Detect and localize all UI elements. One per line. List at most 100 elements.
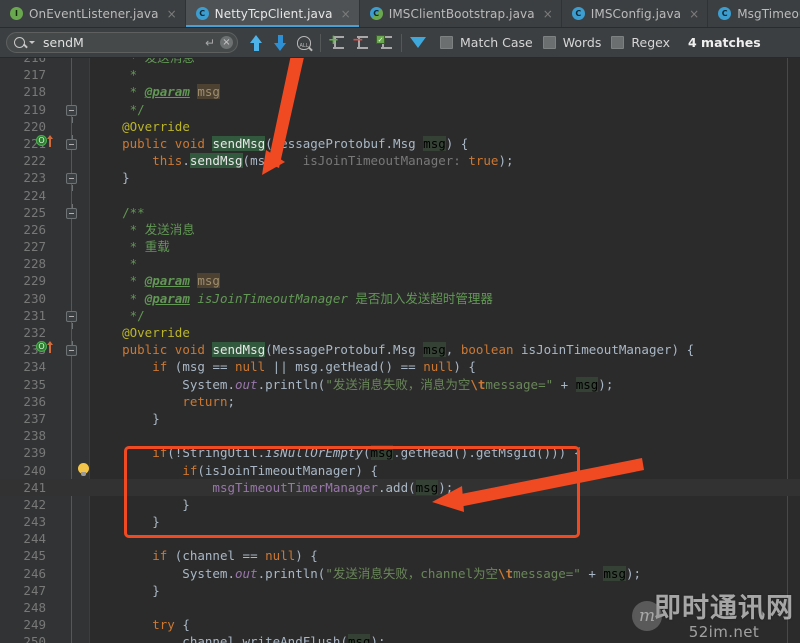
code-token: (MessageProtobuf.Msg: [265, 135, 424, 151]
code-token: (isJoinTimeoutManager) {: [197, 462, 378, 478]
editor-tab-1[interactable]: C NettyTcpClient.java ×: [185, 0, 360, 27]
code-line-217[interactable]: 217 *: [0, 66, 800, 83]
code-token: (: [340, 634, 348, 643]
search-icon: [14, 37, 25, 48]
code-token: 发送消息: [145, 58, 195, 65]
code-line-246[interactable]: 246 System.out.println("发送消息失败，channel为空…: [0, 565, 800, 582]
code-line-226[interactable]: 226 * 发送消息: [0, 221, 800, 238]
remove-occurrence-button[interactable]: −: [349, 31, 373, 55]
search-input[interactable]: sendM ↵ ×: [6, 32, 238, 53]
code-token: @param: [144, 290, 190, 306]
line-number: 238: [23, 428, 46, 444]
line-number: 228: [23, 256, 46, 272]
code-line-234[interactable]: 234 if (msg == null || msg.getHead() == …: [0, 358, 800, 375]
class-icon: C: [718, 7, 732, 20]
editor-tab-0[interactable]: I OnEventListener.java ×: [0, 0, 186, 27]
line-number: 239: [23, 445, 46, 461]
code-line-247[interactable]: 247 }: [0, 582, 800, 599]
close-icon[interactable]: ×: [543, 8, 553, 20]
code-token: *: [92, 84, 145, 100]
code-token: ;: [227, 393, 235, 409]
code-token: isJoinTimeoutManager) {: [513, 342, 695, 358]
regex-checkbox[interactable]: Regex: [611, 35, 670, 50]
code-token: );: [498, 153, 514, 169]
code-line-223[interactable]: 223 }: [0, 169, 800, 192]
code-line-221[interactable]: 221 O public void sendMsg(MessageProtobuf…: [0, 134, 800, 152]
code-token: .: [182, 153, 190, 169]
code-line-236[interactable]: 236 return;: [0, 393, 800, 410]
line-number: 235: [23, 376, 46, 392]
code-line-248[interactable]: 248: [0, 599, 800, 616]
code-line-238[interactable]: 238: [0, 427, 800, 444]
code-token: */: [92, 307, 145, 323]
code-line-249[interactable]: 249 try {: [0, 616, 800, 633]
code-line-250[interactable]: 250 channel.writeAndFlush(msg);: [0, 633, 800, 643]
code-line-225[interactable]: 225 /**: [0, 203, 800, 221]
code-line-239[interactable]: 239 if(!StringUtil.isNullOrEmpty(msg.get…: [0, 444, 800, 461]
code-line-235[interactable]: 235 System.out.println("发送消息失败，消息为空\tmes…: [0, 376, 800, 393]
editor-tab-4[interactable]: CMsgTimeoutTimer.java×: [708, 0, 800, 27]
previous-occurrence-button[interactable]: [244, 31, 268, 55]
code-token: void: [174, 135, 205, 151]
checkbox-box: [611, 36, 625, 49]
code-token: }: [92, 496, 190, 512]
code-token: ) {: [295, 548, 318, 564]
line-number: 229: [23, 273, 46, 289]
code-line-233[interactable]: 233 O public void sendMsg(MessageProtobuf…: [0, 341, 800, 358]
search-input-value[interactable]: sendM: [38, 35, 202, 50]
next-occurrence-button[interactable]: [268, 31, 292, 55]
add-selection-next-occurrence-button[interactable]: +: [325, 31, 349, 55]
editor-tab-label: OnEventListener.java: [29, 6, 159, 21]
code-line-224[interactable]: 224: [0, 187, 800, 204]
code-line-216[interactable]: 216 * 发送消息: [0, 58, 800, 66]
code-token: (msg,: [242, 153, 288, 169]
editor-tab-label: IMSConfig.java: [590, 6, 682, 21]
editor-tab-2[interactable]: C IMSClientBootstrap.java ×: [359, 0, 562, 27]
line-number: 218: [23, 84, 46, 100]
override-method-icon[interactable]: O: [36, 134, 47, 146]
enter-icon[interactable]: ↵: [205, 37, 217, 49]
code-line-242[interactable]: 242 }: [0, 496, 800, 513]
close-icon[interactable]: ×: [341, 8, 351, 20]
clear-search-icon[interactable]: ×: [220, 36, 233, 49]
code-line-229[interactable]: 229 * @param msg: [0, 272, 800, 289]
code-lines[interactable]: 216 * 发送消息217 *218 * @param msg219 */220…: [0, 58, 800, 643]
code-line-230[interactable]: 230 * @param isJoinTimeoutManager 是否加入发送…: [0, 290, 800, 307]
code-line-237[interactable]: 237 }: [0, 410, 800, 427]
code-line-228[interactable]: 228 *: [0, 255, 800, 272]
words-checkbox[interactable]: Words: [542, 35, 601, 50]
select-all-occurrences-button[interactable]: ALL: [292, 31, 316, 55]
line-number: 246: [23, 565, 46, 581]
filter-search-results-button[interactable]: [406, 31, 430, 64]
code-line-231[interactable]: 231 */: [0, 307, 800, 329]
code-token: msg: [197, 84, 220, 100]
close-icon[interactable]: ×: [689, 8, 699, 20]
line-number: 240: [23, 462, 46, 478]
code-line-218[interactable]: 218 * @param msg: [0, 83, 800, 100]
close-icon[interactable]: ×: [167, 8, 177, 20]
code-line-227[interactable]: 227 * 重载: [0, 238, 800, 255]
line-number: 219: [23, 101, 46, 117]
code-line-220[interactable]: 220 @Override: [0, 118, 800, 135]
code-line-232[interactable]: 232 @Override: [0, 324, 800, 341]
select-all-button[interactable]: ✓: [373, 31, 397, 55]
line-number: 236: [23, 393, 46, 409]
search-history-chevron-down-icon[interactable]: [29, 41, 35, 44]
editor-tab-3[interactable]: C IMSConfig.java ×: [561, 0, 709, 27]
find-toolbar: sendM ↵ × ALL + − ✓ Match Case Words Reg…: [0, 28, 800, 64]
code-token: }: [92, 170, 130, 186]
code-editor[interactable]: 216 * 发送消息217 *218 * @param msg219 */220…: [0, 58, 800, 643]
code-line-245[interactable]: 245 if (channel == null) {: [0, 547, 800, 564]
code-line-219[interactable]: 219 */: [0, 101, 800, 123]
code-token: }: [92, 582, 160, 598]
intention-bulb-icon[interactable]: [78, 462, 89, 477]
code-line-240[interactable]: 240 if(isJoinTimeoutManager) {: [0, 462, 800, 479]
code-line-244[interactable]: 244: [0, 530, 800, 547]
match-case-checkbox[interactable]: Match Case: [440, 35, 533, 50]
code-line-241[interactable]: 241 msgTimeoutTimerManager.add(msg);: [0, 478, 800, 496]
code-line-243[interactable]: 243 }: [0, 513, 800, 530]
code-line-222[interactable]: 222 this.sendMsg(msg, isJoinTimeoutManag…: [0, 152, 800, 169]
